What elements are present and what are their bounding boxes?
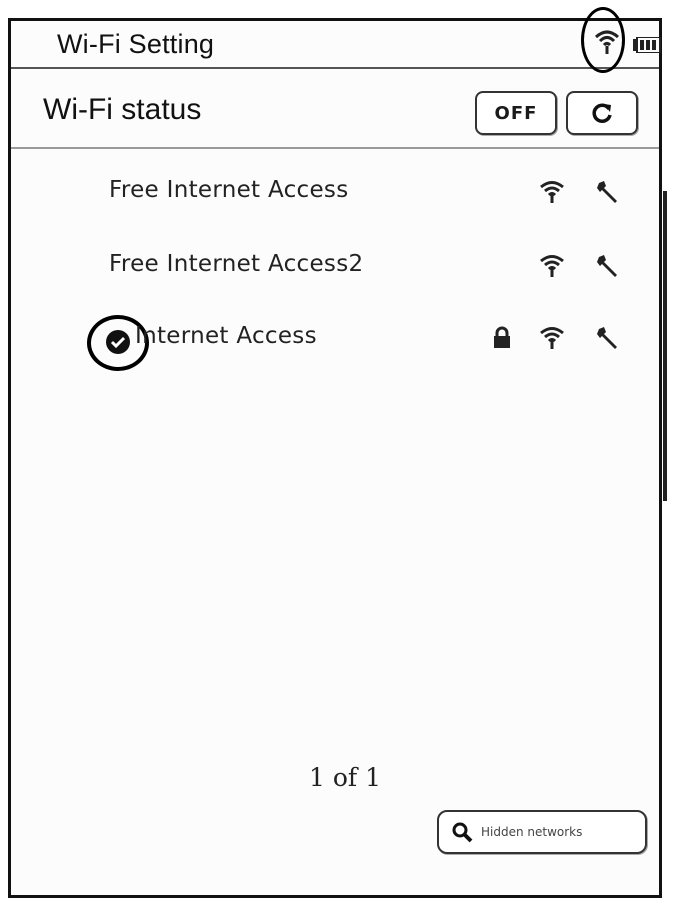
wifi-off-label: OFF xyxy=(494,102,538,124)
network-item[interactable]: Free Internet Access xyxy=(11,163,659,223)
network-name: Free Internet Access xyxy=(109,177,349,203)
search-icon xyxy=(452,822,473,843)
signal-strength-icon xyxy=(540,181,564,203)
network-item[interactable]: Free Internet Access2 xyxy=(11,237,659,297)
settings-wrench-icon[interactable] xyxy=(595,179,621,205)
device-screen: Wi-Fi Setting Wi-Fi status OFF Free Inte… xyxy=(8,7,667,898)
refresh-icon xyxy=(592,103,612,123)
network-name: Internet Access xyxy=(135,323,317,349)
wifi-status-row: Wi-Fi status OFF xyxy=(11,69,659,149)
signal-strength-icon xyxy=(540,327,564,349)
lock-icon xyxy=(494,326,510,348)
wifi-status-label: Wi-Fi status xyxy=(43,93,202,126)
hidden-networks-button[interactable]: Hidden networks xyxy=(437,810,647,854)
network-item-connected[interactable]: Internet Access xyxy=(11,309,659,371)
wifi-off-button[interactable]: OFF xyxy=(475,91,557,135)
signal-strength-icon xyxy=(540,255,564,277)
page-title: Wi-Fi Setting xyxy=(57,29,215,59)
wifi-signal-icon xyxy=(594,30,620,54)
scrollbar[interactable] xyxy=(663,191,667,501)
page-indicator: 1 of 1 xyxy=(308,763,381,792)
connected-check-icon xyxy=(106,330,130,354)
hidden-networks-label: Hidden networks xyxy=(481,825,583,839)
refresh-button[interactable] xyxy=(566,91,638,135)
battery-icon xyxy=(633,37,661,53)
network-name: Free Internet Access2 xyxy=(109,251,364,277)
settings-wrench-icon[interactable] xyxy=(595,325,621,351)
title-bar: Wi-Fi Setting xyxy=(11,7,661,73)
settings-wrench-icon[interactable] xyxy=(595,253,621,279)
